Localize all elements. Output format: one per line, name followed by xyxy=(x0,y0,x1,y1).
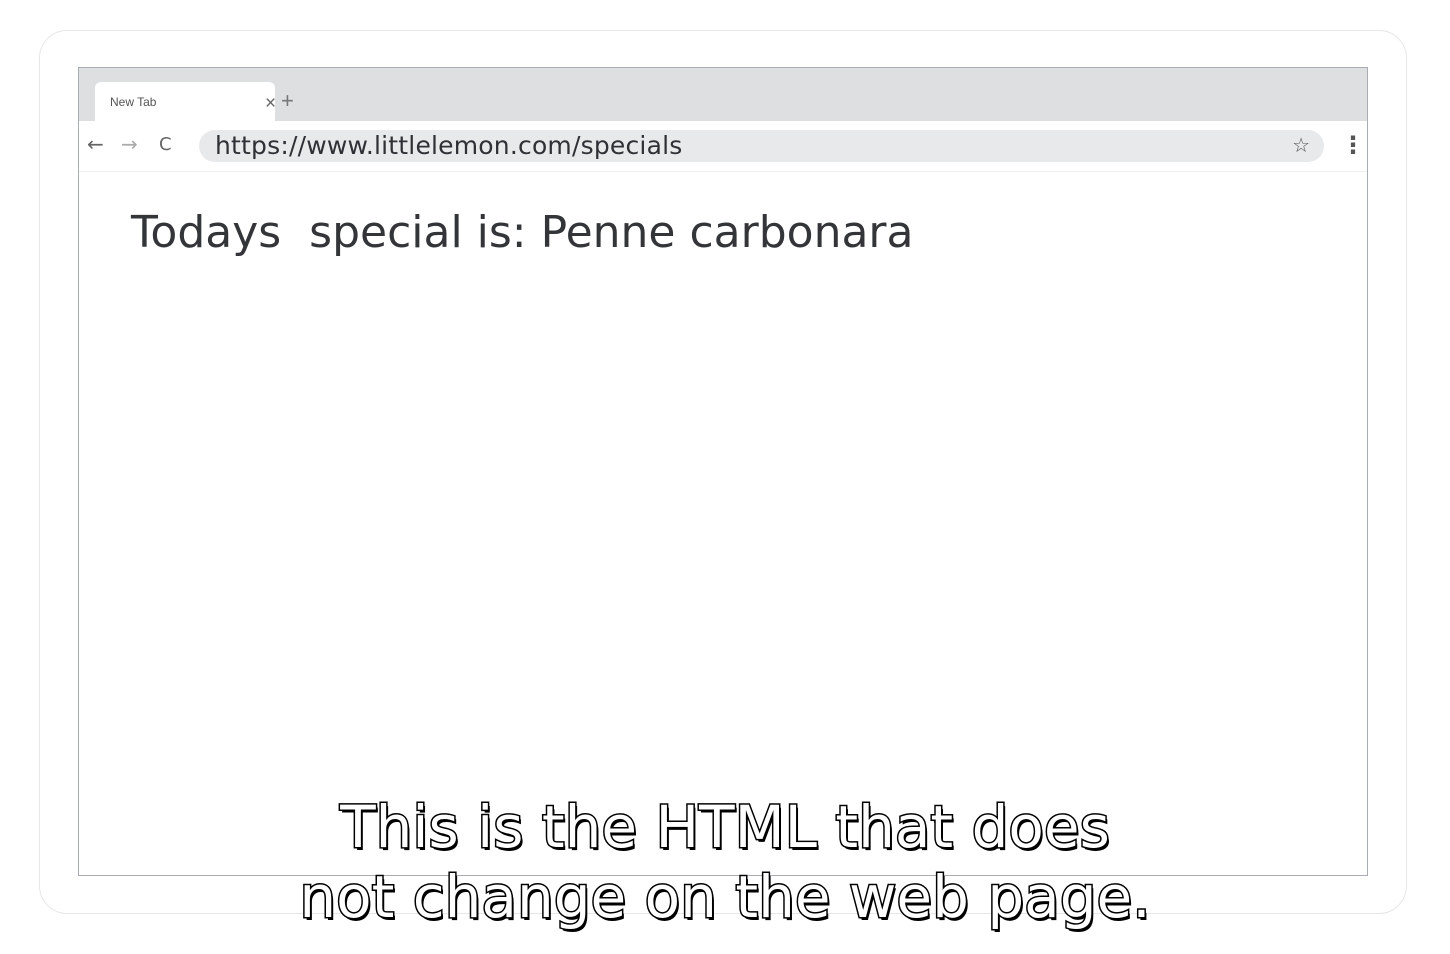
address-bar[interactable]: https://www.littlelemon.com/specials ☆ xyxy=(199,130,1324,162)
tab-strip: New Tab × + xyxy=(79,68,1367,122)
tab-title: New Tab xyxy=(110,95,157,109)
caption-line-1: This is the HTML that does xyxy=(339,792,1112,863)
arrow-left-icon[interactable]: ← xyxy=(87,134,104,154)
reload-icon[interactable]: C xyxy=(159,135,172,155)
url-text[interactable]: https://www.littlelemon.com/specials xyxy=(215,133,682,159)
tab-new-tab[interactable]: New Tab × xyxy=(95,82,276,122)
subtitle-caption: This is the HTML that does not change on… xyxy=(0,792,1450,933)
video-frame: New Tab × + ← → C https://www.littlelemo… xyxy=(0,0,1450,954)
close-icon[interactable]: × xyxy=(265,94,276,113)
arrow-right-icon[interactable]: → xyxy=(121,134,138,154)
kebab-menu-icon[interactable]: ⋮ xyxy=(1341,133,1365,157)
page-content: Todays special is: Penne carbonara xyxy=(79,172,1367,872)
browser-toolbar: ← → C https://www.littlelemon.com/specia… xyxy=(79,121,1367,172)
browser-window: New Tab × + ← → C https://www.littlelemo… xyxy=(78,67,1368,876)
special-heading: Todays special is: Penne carbonara xyxy=(131,207,914,258)
plus-icon[interactable]: + xyxy=(281,90,294,112)
star-icon[interactable]: ☆ xyxy=(1292,134,1310,156)
caption-line-2: not change on the web page. xyxy=(298,862,1152,933)
